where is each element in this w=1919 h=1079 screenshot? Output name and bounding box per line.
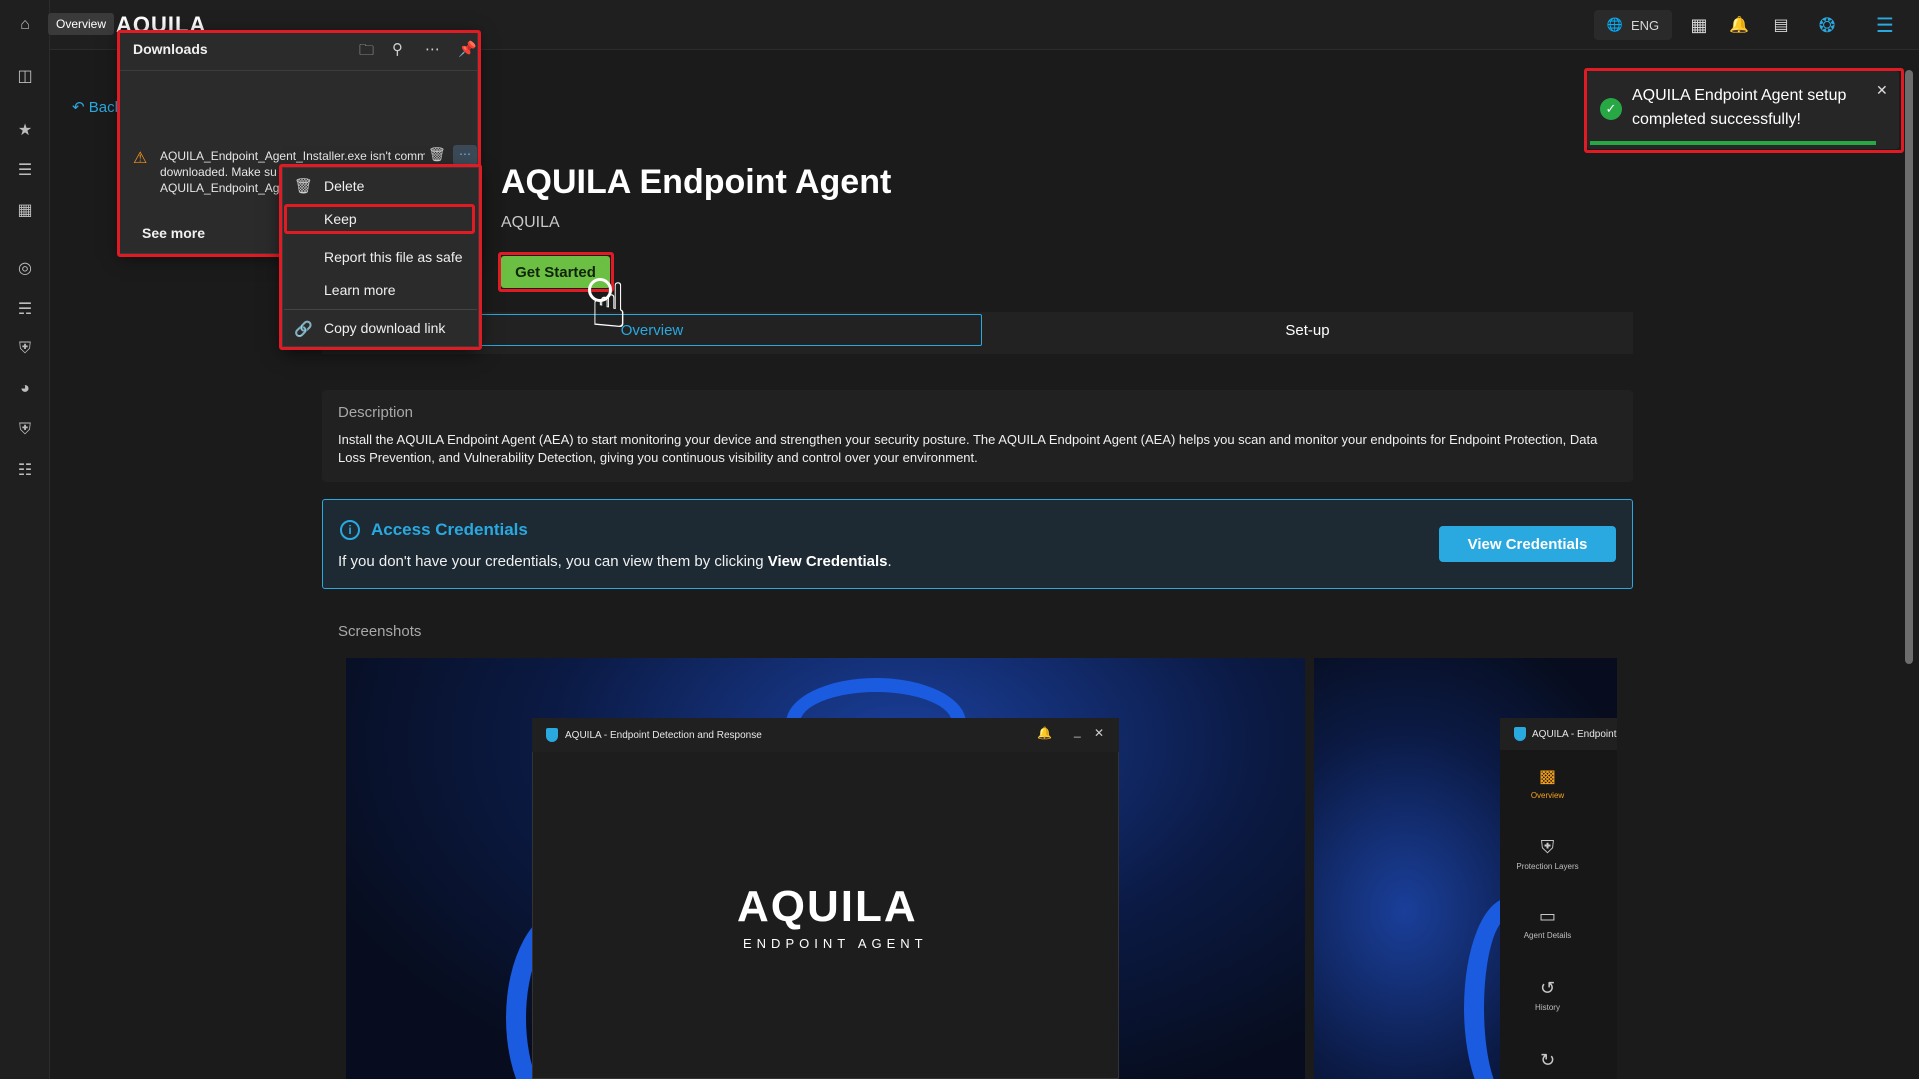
app-titlebar: AQUILA - Endpoint Detection and Response… (532, 718, 1119, 752)
menu-icon[interactable]: ☰ (1872, 10, 1898, 40)
history-icon: ↺ (1539, 978, 1556, 998)
close-icon: ✕ (1094, 726, 1105, 740)
panel-toggle-icon[interactable]: ◫ (13, 64, 37, 88)
aquila-logo: AQUILA (737, 882, 918, 931)
screenshots-heading: Screenshots (338, 623, 422, 640)
globe-icon: 🌐 (1606, 17, 1623, 32)
credentials-heading: Access Credentials (371, 520, 528, 539)
credentials-text-bold: View Credentials (767, 553, 888, 570)
hand-cursor-icon: ☝ (590, 272, 628, 341)
description-heading: Description (338, 404, 414, 421)
page-scrollbar[interactable] (1905, 70, 1913, 664)
nav-protection-layers-label: Protection Layers (1516, 862, 1579, 871)
minimize-icon: _ (1074, 724, 1081, 738)
refresh-icon: ↻ (1539, 1050, 1556, 1070)
highlight-frame-context-menu (279, 164, 482, 350)
gauge-icon[interactable]: ◕ (13, 377, 37, 401)
info-icon: i (340, 520, 360, 540)
bell-icon[interactable]: 🔔 (1727, 10, 1751, 40)
database-icon[interactable]: ☷ (13, 458, 37, 482)
shield-user-icon[interactable]: ⛨ (13, 418, 37, 442)
nav-agent-details: ▭ Agent Details (1500, 906, 1595, 940)
nav-agent-details-label: Agent Details (1523, 931, 1572, 940)
back-arrow-icon: ↶ (72, 99, 85, 116)
shield-icon[interactable]: ⛨ (13, 337, 37, 361)
aquila-shield-icon (546, 728, 558, 742)
product-vendor: AQUILA (501, 214, 560, 231)
credentials-text-suffix: . (887, 553, 892, 570)
grid-icon[interactable]: ▦ (13, 198, 37, 222)
support-icon[interactable]: ❂ (1814, 10, 1840, 40)
tab-setup[interactable]: Set-up (982, 314, 1633, 346)
nav-overview: ▩ Overview (1500, 766, 1595, 800)
bar-chart-icon: ▩ (1538, 766, 1556, 786)
credentials-card (322, 499, 1633, 589)
star-icon[interactable]: ★ (13, 118, 37, 142)
app-window-title-2: AQUILA - Endpoint D (1532, 728, 1617, 740)
home-icon[interactable]: ⌂ (13, 13, 37, 37)
language-label: ENG (1631, 17, 1660, 33)
highlight-frame-toast (1584, 68, 1904, 153)
app-titlebar-2: AQUILA - Endpoint D (1500, 718, 1617, 750)
nav-protection-layers: ⛨ Protection Layers (1500, 837, 1595, 871)
book-icon[interactable]: ▤ (1769, 10, 1793, 40)
description-text: Install the AQUILA Endpoint Agent (AEA) … (338, 432, 1598, 465)
back-link[interactable]: ↶ Back (72, 98, 122, 116)
credentials-text: If you don't have your credentials, you … (338, 553, 892, 570)
language-selector[interactable]: 🌐 ENG (1594, 10, 1672, 40)
monitor-icon: ▭ (1538, 906, 1556, 926)
aquila-logo-subtitle: ENDPOINT AGENT (743, 936, 928, 951)
credentials-text-prefix: If you don't have your credentials, you … (338, 553, 768, 570)
nav-history-label: History (1535, 1003, 1560, 1012)
bank-icon[interactable]: ☴ (13, 297, 37, 321)
sidebar: ⌂ ◫ ★ ☰ ▦ ◎ ☴ ⛨ ◕ ⛨ ☷ (0, 0, 50, 1079)
bell-icon: 🔔 (1037, 726, 1052, 740)
radar-icon[interactable]: ◎ (13, 256, 37, 280)
view-credentials-button[interactable]: View Credentials (1439, 526, 1616, 562)
list-icon[interactable]: ☰ (13, 158, 37, 182)
product-title: AQUILA Endpoint Agent (501, 163, 892, 201)
app-window-title: AQUILA - Endpoint Detection and Response (565, 729, 762, 741)
nav-history: ↺ History (1500, 978, 1595, 1012)
nav-sync: ↻ (1500, 1050, 1595, 1075)
shield-icon: ⛨ (1540, 837, 1555, 857)
building-icon[interactable]: ▦ (1687, 10, 1711, 40)
aquila-shield-icon (1514, 727, 1526, 741)
overview-tooltip: Overview (48, 13, 115, 35)
nav-overview-label: Overview (1530, 791, 1565, 800)
